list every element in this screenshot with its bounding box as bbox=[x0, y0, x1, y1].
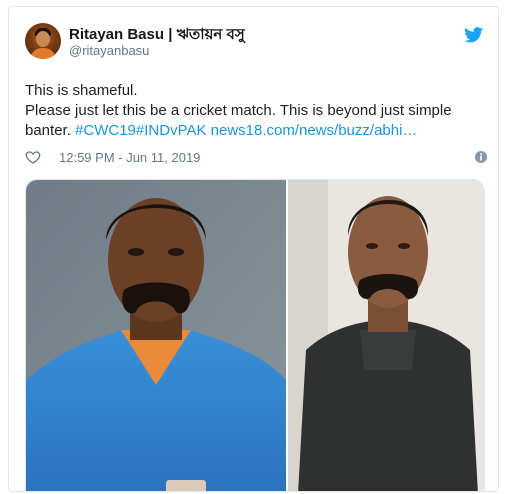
hashtag-cwc19-link[interactable]: #CWC19 bbox=[75, 122, 136, 139]
tweet-text-line1: This is shameful. bbox=[25, 82, 138, 99]
hashtag-indvpak-link[interactable]: #INDvPAK bbox=[136, 122, 207, 139]
info-icon[interactable] bbox=[475, 151, 487, 163]
man-in-dark-sweater-photo[interactable] bbox=[288, 180, 485, 492]
avatar-shirt bbox=[30, 48, 56, 59]
cricketer-in-blue-jersey-photo[interactable] bbox=[26, 180, 286, 492]
heart-icon[interactable] bbox=[25, 149, 41, 165]
tweet-text: This is shameful. Please just let this b… bbox=[25, 81, 487, 141]
tweet-card[interactable]: Ritayan Basu | ঋতায়ন বসু @ritayanbasu T… bbox=[8, 6, 499, 492]
article-link[interactable]: news18.com/news/buzz/abhi… bbox=[211, 122, 418, 139]
tweet-media[interactable] bbox=[25, 179, 485, 492]
tweet-meta: 12:59 PM - Jun 11, 2019 bbox=[25, 149, 487, 167]
avatar[interactable] bbox=[25, 23, 61, 59]
tweet-timestamp[interactable]: 12:59 PM - Jun 11, 2019 bbox=[59, 150, 200, 165]
tweet-text-line2: Please just let this be a cricket match.… bbox=[25, 101, 487, 141]
twitter-bird-icon[interactable] bbox=[464, 27, 484, 43]
avatar-face bbox=[36, 31, 50, 47]
author-handle[interactable]: @ritayanbasu bbox=[69, 43, 149, 58]
